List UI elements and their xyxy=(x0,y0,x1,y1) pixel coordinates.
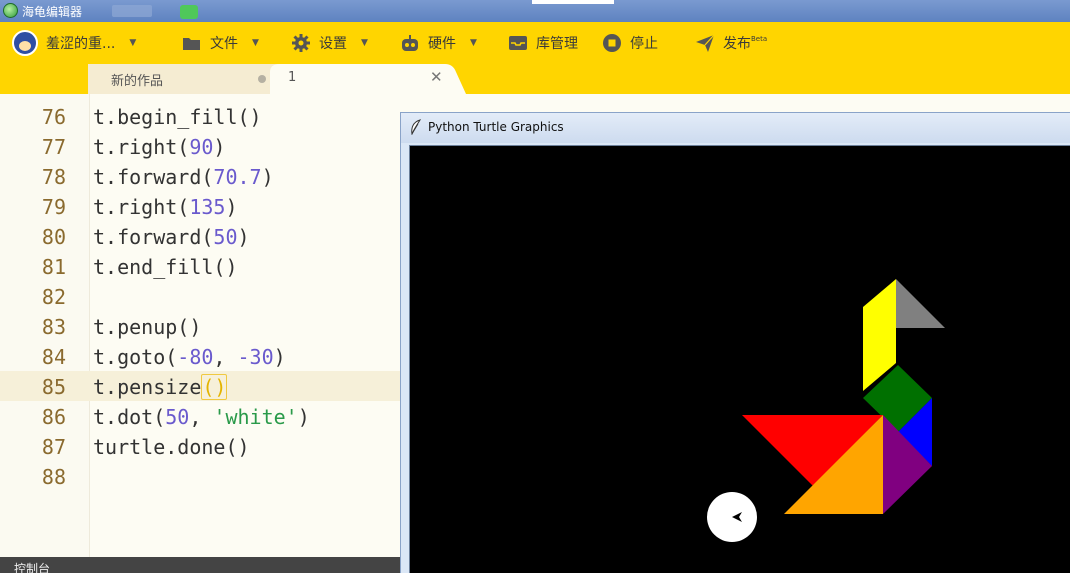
code-text: t.forward(50) xyxy=(93,225,250,249)
code-text: t.right(90) xyxy=(93,135,226,159)
line-number: 85 xyxy=(41,375,66,399)
avatar[interactable] xyxy=(12,30,38,56)
app-icon xyxy=(3,3,18,18)
code-line[interactable]: 77 t.right(90) xyxy=(0,131,400,161)
close-icon[interactable]: ✕ xyxy=(430,68,443,86)
os-window-title: 海龟编辑器 xyxy=(22,5,83,19)
code-line[interactable]: 86 t.dot(50, 'white') xyxy=(0,401,400,431)
line-number: 84 xyxy=(41,345,66,369)
line-number: 80 xyxy=(41,225,66,249)
hardware-menu-label: 硬件 xyxy=(428,36,456,52)
inbox-icon xyxy=(509,36,527,50)
taskbar-item xyxy=(112,5,152,17)
hardware-menu[interactable]: 硬件 ▼ xyxy=(400,22,477,64)
stop-icon xyxy=(603,34,621,52)
code-text: t.goto(-80, -30) xyxy=(93,345,286,369)
console-panel[interactable]: 控制台 xyxy=(0,557,400,573)
line-number: 78 xyxy=(41,165,66,189)
turtle-window-title: Python Turtle Graphics xyxy=(428,120,564,134)
menu-bar: 羞涩的重... ▼ 文件 ▼ 设置 ▼ 硬件 ▼ 库管理 停止 发布Beta xyxy=(0,22,1070,64)
taskbar-icon xyxy=(180,5,198,19)
turtle-drawing xyxy=(707,279,945,542)
stop-button-label: 停止 xyxy=(630,36,658,52)
code-line[interactable]: 83 t.penup() xyxy=(0,311,400,341)
line-number: 83 xyxy=(41,315,66,339)
code-line[interactable]: 85 t.pensize() xyxy=(0,371,400,401)
user-menu[interactable]: 羞涩的重... ▼ xyxy=(12,22,136,64)
unsaved-dot-icon xyxy=(258,75,266,83)
code-line[interactable]: 88 xyxy=(0,461,400,491)
file-menu-label: 文件 xyxy=(210,36,238,52)
code-text: t.dot(50, 'white') xyxy=(93,405,310,429)
code-text: t.end_fill() xyxy=(93,255,238,279)
gray-triangle xyxy=(896,279,945,328)
feather-icon xyxy=(411,119,422,135)
line-number: 77 xyxy=(41,135,66,159)
settings-menu[interactable]: 设置 ▼ xyxy=(291,22,368,64)
code-line[interactable]: 79 t.right(135) xyxy=(0,191,400,221)
code-line[interactable]: 84 t.goto(-80, -30) xyxy=(0,341,400,371)
code-text: t.pensize() xyxy=(93,374,228,400)
turtle-window[interactable]: Python Turtle Graphics xyxy=(400,112,1070,573)
code-line[interactable]: 80 t.forward(50) xyxy=(0,221,400,251)
settings-menu-label: 设置 xyxy=(319,36,347,52)
code-line[interactable]: 81 t.end_fill() xyxy=(0,251,400,281)
turtle-window-titlebar[interactable]: Python Turtle Graphics xyxy=(401,113,1070,143)
turtle-canvas xyxy=(409,145,1070,573)
line-number: 82 xyxy=(41,285,66,309)
code-text: t.penup() xyxy=(93,315,202,339)
tab-bar: 新的作品 1 ✕ xyxy=(0,64,1070,94)
publish-button[interactable]: 发布Beta xyxy=(695,22,767,64)
taskbar-indicator xyxy=(532,0,614,4)
line-number: 88 xyxy=(41,465,66,489)
code-text: t.forward(70.7) xyxy=(93,165,274,189)
code-line[interactable]: 76 t.begin_fill() xyxy=(0,101,400,131)
line-number: 81 xyxy=(41,255,66,279)
line-number: 76 xyxy=(41,105,66,129)
beta-badge: Beta xyxy=(751,35,768,43)
line-number: 87 xyxy=(41,435,66,459)
console-label: 控制台 xyxy=(14,562,51,573)
code-text: turtle.done() xyxy=(93,435,250,459)
code-line[interactable]: 78 t.forward(70.7) xyxy=(0,161,400,191)
tab-new-work-label: 新的作品 xyxy=(111,74,164,89)
chevron-down-icon: ▼ xyxy=(252,38,259,48)
chevron-down-icon: ▼ xyxy=(470,38,477,48)
code-text: t.begin_fill() xyxy=(93,105,262,129)
publish-button-label: 发布Beta xyxy=(723,35,768,52)
os-titlebar: 海龟编辑器 xyxy=(0,0,1070,22)
tab-1-label: 1 xyxy=(288,70,297,85)
gear-icon xyxy=(292,34,310,52)
line-number: 86 xyxy=(41,405,66,429)
folder-icon xyxy=(183,38,200,50)
user-name: 羞涩的重... xyxy=(46,36,116,52)
library-button-label: 库管理 xyxy=(536,36,578,52)
stop-button[interactable]: 停止 xyxy=(602,22,658,64)
code-editor[interactable]: 76 t.begin_fill() 77 t.right(90) 78 t.forward… xyxy=(0,94,400,559)
send-icon xyxy=(696,34,715,52)
robot-icon xyxy=(402,35,418,51)
library-button[interactable]: 库管理 xyxy=(508,22,578,64)
file-menu[interactable]: 文件 ▼ xyxy=(182,22,259,64)
chevron-down-icon: ▼ xyxy=(129,38,137,48)
code-line[interactable]: 87 turtle.done() xyxy=(0,431,400,461)
app-window: 海龟编辑器 羞涩的重... ▼ 文件 ▼ 设置 ▼ 硬件 ▼ 库管理 停止 发布… xyxy=(0,0,1070,573)
chevron-down-icon: ▼ xyxy=(361,38,368,48)
code-line[interactable]: 82 xyxy=(0,281,400,311)
code-text: t.right(135) xyxy=(93,195,238,219)
line-number: 79 xyxy=(41,195,66,219)
